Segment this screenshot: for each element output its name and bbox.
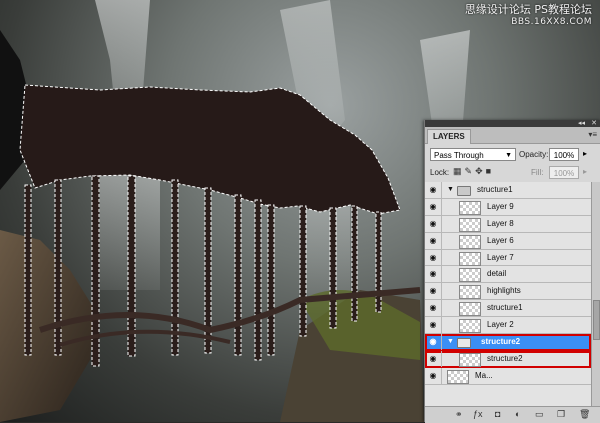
watermark-url: BBS.16XX8.COM: [511, 17, 592, 27]
eye-icon[interactable]: ◉: [425, 300, 442, 317]
panel-tabs: LAYERS ▾≡: [425, 127, 600, 144]
layer-name: Layer 2: [487, 320, 514, 330]
layers-scrollbar[interactable]: [591, 182, 600, 406]
layer-row[interactable]: ◉ Layer 7: [425, 249, 591, 267]
lock-label: Lock:: [430, 168, 450, 177]
layer-name: structure1: [477, 185, 513, 194]
eye-icon[interactable]: ◉: [425, 232, 442, 249]
lock-fill-row: Lock: ▦✎✥■ Fill: 100% ▸: [425, 164, 600, 183]
new-layer-icon[interactable]: ❐: [557, 409, 565, 420]
scrollbar-thumb[interactable]: [593, 300, 600, 340]
layer-thumbnail: [459, 234, 481, 249]
layers-panel: ◂◂ ✕ LAYERS ▾≡ Pass Through ▼ Opacity: 1…: [424, 120, 600, 423]
layer-thumbnail: [459, 268, 481, 283]
eye-icon[interactable]: ◉: [425, 334, 442, 350]
watermark-text: 思缘设计论坛: [464, 3, 531, 16]
watermark-text-2: PS教程论坛: [534, 3, 592, 16]
layers-list: ◉ ▼ structure1 ◉ Layer 9 ◉ Layer 8 ◉ Lay…: [425, 182, 591, 406]
layer-row[interactable]: ◉ Layer 9: [425, 198, 591, 216]
fill-slider-icon[interactable]: ▸: [583, 167, 587, 176]
layer-row-group-structure2-selected[interactable]: ◉ ▼ structure2: [425, 334, 591, 351]
lock-icon[interactable]: ■: [486, 166, 494, 176]
tab-layers[interactable]: LAYERS: [427, 129, 471, 144]
adjustment-icon[interactable]: ◐: [515, 409, 520, 419]
layer-name: structure1: [487, 303, 523, 313]
layer-row[interactable]: ◉ Layer 2: [425, 317, 591, 335]
layer-name: structure2: [487, 353, 523, 363]
layer-thumbnail: [447, 369, 469, 384]
brush-icon[interactable]: ✎: [465, 166, 476, 176]
layer-name: Layer 9: [487, 201, 514, 211]
layer-thumbnail: [459, 200, 481, 215]
blend-mode-value: Pass Through: [434, 151, 484, 160]
eye-icon[interactable]: ◉: [425, 266, 442, 283]
lock-transparency-icon[interactable]: ▦: [453, 166, 465, 176]
chevron-down-icon: ▼: [505, 152, 512, 159]
fx-icon[interactable]: ƒx: [473, 409, 483, 419]
mask-icon[interactable]: ◘: [495, 409, 500, 419]
eye-icon[interactable]: ◉: [425, 283, 442, 300]
layer-row[interactable]: ◉ highlights: [425, 283, 591, 301]
layer-row-structure2[interactable]: ◉ structure2: [425, 350, 591, 368]
eye-icon[interactable]: ◉: [425, 367, 442, 384]
layer-row[interactable]: ◉ Layer 8: [425, 215, 591, 233]
eye-icon[interactable]: ◉: [425, 317, 442, 334]
folder-icon: [457, 338, 471, 349]
layer-row[interactable]: ◉ Layer 6: [425, 232, 591, 250]
eye-icon[interactable]: ◉: [425, 182, 442, 198]
layer-name: detail: [487, 269, 507, 279]
folder-icon: [457, 186, 471, 196]
opacity-input[interactable]: 100%: [549, 148, 579, 161]
new-group-icon[interactable]: ▭: [535, 409, 544, 420]
move-icon[interactable]: ✥: [475, 166, 486, 176]
layer-thumbnail: [459, 352, 481, 367]
blend-opacity-row: Pass Through ▼ Opacity: 100% ▸: [425, 144, 600, 164]
layer-name: Layer 8: [487, 218, 514, 228]
layer-row-partial[interactable]: ◉ Ma...: [425, 367, 591, 385]
layer-name: Layer 6: [487, 235, 514, 245]
eye-icon[interactable]: ◉: [425, 350, 442, 367]
fill-label: Fill:: [531, 168, 544, 177]
eye-icon[interactable]: ◉: [425, 198, 442, 215]
trash-icon[interactable]: 🗑: [579, 409, 590, 420]
layer-row[interactable]: ◉ detail: [425, 266, 591, 284]
opacity-label: Opacity:: [519, 150, 549, 159]
layer-name: structure2: [481, 337, 521, 347]
layer-thumbnail: [459, 319, 481, 334]
layer-thumbnail: [459, 302, 481, 317]
eye-icon[interactable]: ◉: [425, 249, 442, 266]
layer-name: Layer 7: [487, 252, 514, 262]
layer-row[interactable]: ◉ structure1: [425, 300, 591, 318]
triangle-expand-icon[interactable]: ▼: [447, 334, 454, 350]
layer-row-group-structure1[interactable]: ◉ ▼ structure1: [425, 182, 591, 199]
collapse-icon[interactable]: ◂◂: [578, 119, 585, 127]
link-icon[interactable]: ⚭: [455, 409, 463, 420]
triangle-expand-icon[interactable]: ▼: [447, 182, 454, 198]
blend-mode-select[interactable]: Pass Through ▼: [430, 148, 516, 161]
eye-icon[interactable]: ◉: [425, 215, 442, 232]
close-icon[interactable]: ✕: [591, 119, 597, 127]
fill-input[interactable]: 100%: [549, 166, 579, 179]
layer-thumbnail: [459, 251, 481, 266]
layer-thumbnail: [459, 217, 481, 232]
panel-bottom-toolbar: ⚭ ƒx ◘ ◐ ▭ ❐ 🗑: [425, 406, 600, 423]
opacity-slider-icon[interactable]: ▸: [583, 149, 587, 158]
layer-name: Ma...: [475, 370, 493, 380]
panel-titlebar[interactable]: ◂◂ ✕: [425, 120, 600, 127]
panel-menu-icon[interactable]: ▾≡: [588, 130, 597, 139]
watermark: 思缘设计论坛 PS教程论坛 BBS.16XX8.COM: [465, 4, 592, 28]
layer-name: highlights: [487, 286, 521, 296]
layer-thumbnail: [459, 285, 481, 300]
lock-icons: ▦✎✥■: [453, 166, 494, 177]
